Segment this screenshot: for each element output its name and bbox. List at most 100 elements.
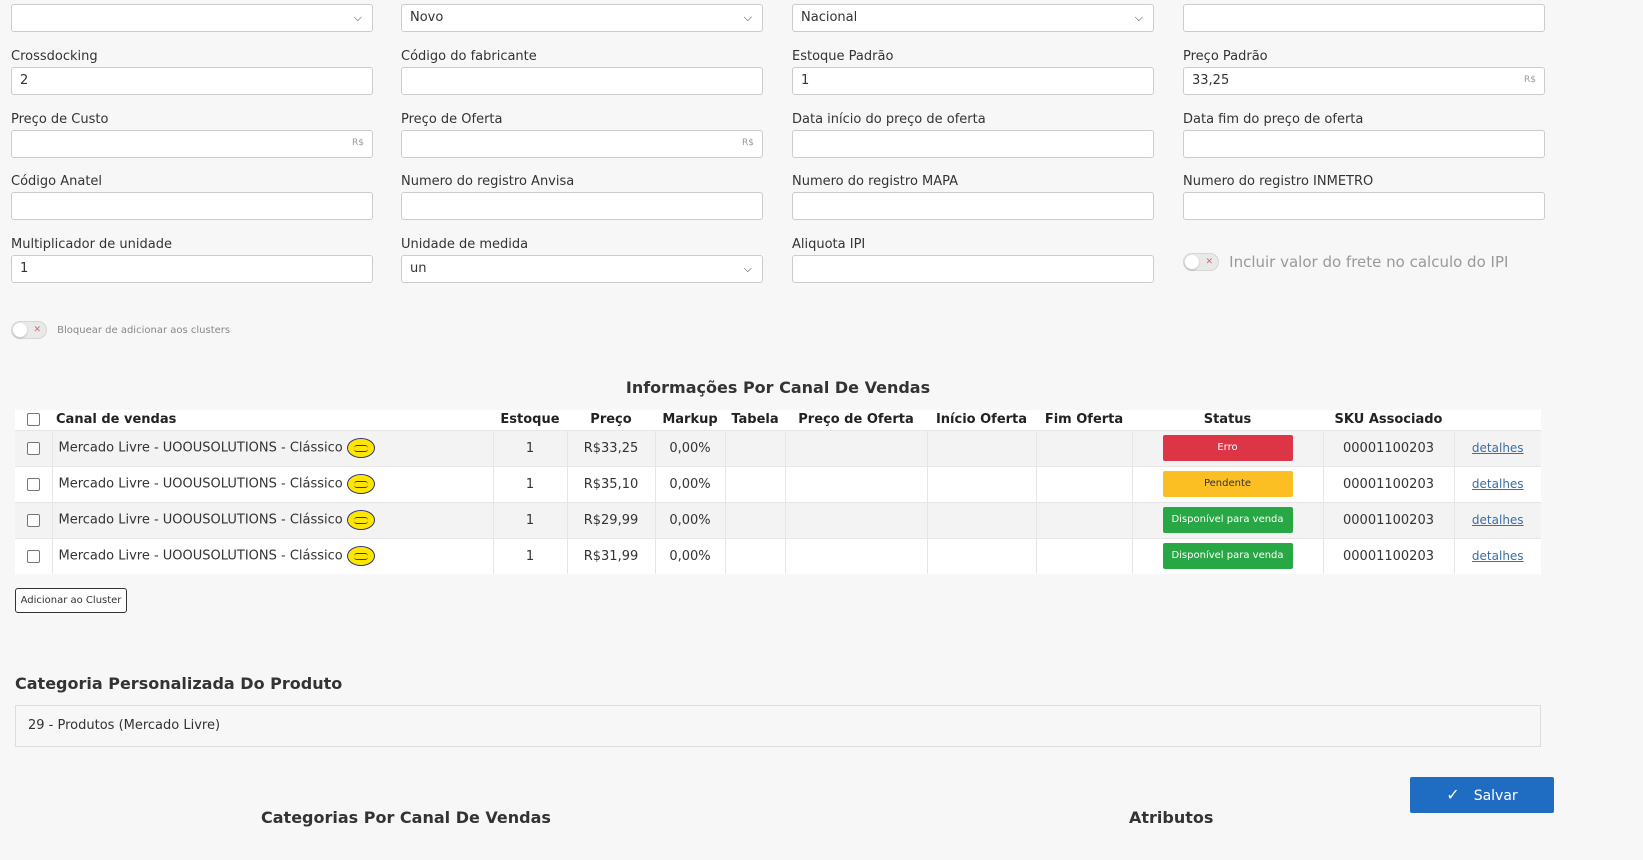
mercado-livre-icon — [346, 546, 375, 567]
preco-padrao-label: Preço Padrão — [1183, 49, 1268, 64]
mercado-livre-icon — [346, 510, 375, 530]
field-crossdocking: Crossdocking 2 — [11, 47, 373, 95]
estoque-padrao-input[interactable]: 1 — [792, 67, 1154, 95]
currency-suffix: R$ — [1524, 75, 1536, 85]
select-all-checkbox[interactable] — [27, 413, 40, 427]
anatel-input[interactable] — [11, 192, 373, 220]
field-condition: Novo ⌵ — [401, 4, 763, 32]
preco-oferta-cell — [784, 429, 927, 466]
atributos-title: Atributos — [1129, 808, 1214, 827]
detalhes-link[interactable]: detalhes — [1472, 549, 1524, 563]
check-icon: ✓ — [1446, 785, 1460, 804]
frete-ipi-toggle[interactable]: ✕ — [1183, 253, 1219, 271]
channels-table: Canal de vendas Estoque Preço Markup Tab… — [15, 410, 1541, 574]
save-label: Salvar — [1473, 788, 1518, 804]
data-fim-label: Data fim do preço de oferta — [1183, 112, 1364, 127]
ipi-input[interactable] — [792, 255, 1154, 283]
chevron-down-icon: ⌵ — [353, 11, 362, 24]
estoque-cell: 1 — [492, 429, 567, 466]
status-badge: Erro — [1162, 435, 1293, 461]
categoria-value: 29 - Produtos (Mercado Livre) — [28, 718, 221, 733]
data-fim-input[interactable] — [1183, 130, 1545, 158]
table-row: Mercado Livre - UOOUSOLUTIONS - Clássico… — [15, 537, 1541, 574]
anatel-label: Código Anatel — [11, 174, 103, 189]
row-checkbox-cell — [15, 537, 52, 574]
header-fim-oferta: Fim Oferta — [1044, 412, 1124, 428]
multiplicador-value: 1 — [20, 261, 29, 276]
markup-cell: 0,00% — [654, 537, 725, 574]
row-checkbox[interactable] — [27, 549, 40, 563]
currency-suffix: R$ — [352, 138, 364, 148]
header-status: Status — [1203, 412, 1252, 428]
condition-select[interactable]: Novo ⌵ — [401, 4, 763, 32]
detalhes-link[interactable]: detalhes — [1472, 441, 1524, 455]
bloquear-label: Bloquear de adicionar aos clusters — [57, 324, 231, 336]
unidade-value: un — [410, 261, 427, 276]
detalhes-cell: detalhes — [1453, 429, 1541, 466]
detalhes-link[interactable]: detalhes — [1472, 477, 1524, 491]
field-data-fim: Data fim do preço de oferta — [1183, 110, 1545, 158]
field-ipi: Aliquota IPI — [792, 235, 1154, 283]
data-inicio-input[interactable] — [792, 130, 1154, 158]
table-header-row: Canal de vendas Estoque Preço Markup Tab… — [15, 410, 1541, 430]
select-all-cell — [15, 410, 52, 430]
preco-cell: R$31,99 — [566, 537, 655, 574]
unidade-select[interactable]: un ⌵ — [401, 255, 763, 283]
input-4[interactable] — [1183, 4, 1545, 32]
codigo-fabricante-input[interactable] — [401, 67, 763, 95]
field-preco-custo: Preço de Custo R$ — [11, 110, 373, 158]
field-mapa: Numero do registro MAPA — [792, 172, 1154, 220]
chevron-down-icon: ⌵ — [1134, 11, 1143, 24]
frete-ipi-toggle-group: ✕ Incluir valor do frete no calculo do I… — [1183, 253, 1508, 271]
mercado-livre-icon — [346, 438, 375, 458]
close-icon: ✕ — [33, 325, 41, 335]
header-tabela: Tabela — [731, 412, 779, 428]
preco-padrao-value: 33,25 — [1192, 73, 1230, 88]
row-checkbox[interactable] — [27, 513, 40, 527]
sku-cell: 00001100203 — [1322, 501, 1454, 538]
anvisa-input[interactable] — [401, 192, 763, 220]
table-row: Mercado Livre - UOOUSOLUTIONS - Clássico… — [15, 465, 1541, 502]
multiplicador-input[interactable]: 1 — [11, 255, 373, 283]
field-select-1: ⌵ — [11, 4, 373, 32]
preco-oferta-label: Preço de Oferta — [401, 112, 503, 127]
status-cell: Disponível para venda — [1131, 501, 1323, 538]
header-canal: Canal de vendas — [56, 412, 177, 428]
estoque-cell: 1 — [492, 465, 567, 502]
preco-custo-input[interactable]: R$ — [11, 130, 373, 158]
canal-cell: Mercado Livre - UOOUSOLUTIONS - Clássico — [51, 429, 493, 466]
row-checkbox-cell — [15, 429, 52, 466]
field-preco-oferta: Preço de Oferta R$ — [401, 110, 763, 158]
bloquear-toggle[interactable]: ✕ — [11, 321, 47, 339]
fim-oferta-cell — [1035, 465, 1132, 502]
mapa-input[interactable] — [792, 192, 1154, 220]
row-checkbox[interactable] — [27, 441, 40, 455]
fim-oferta-cell — [1035, 501, 1132, 538]
detalhes-link[interactable]: detalhes — [1472, 513, 1524, 527]
fim-oferta-cell — [1035, 429, 1132, 466]
status-badge: Disponível para venda — [1162, 543, 1293, 570]
row-checkbox[interactable] — [27, 477, 40, 491]
tabela-cell — [724, 465, 785, 502]
header-preco: Preço — [590, 412, 632, 428]
field-preco-padrao: Preço Padrão 33,25 R$ — [1183, 47, 1545, 95]
save-button[interactable]: ✓ Salvar — [1410, 777, 1554, 813]
crossdocking-label: Crossdocking — [11, 49, 98, 64]
tabela-cell — [724, 429, 785, 466]
field-anatel: Código Anatel — [11, 172, 373, 220]
crossdocking-input[interactable]: 2 — [11, 67, 373, 95]
status-cell: Pendente — [1131, 465, 1323, 502]
inicio-oferta-cell — [926, 537, 1036, 574]
inmetro-input[interactable] — [1183, 192, 1545, 220]
chevron-down-icon: ⌵ — [743, 11, 752, 24]
select-1[interactable]: ⌵ — [11, 4, 373, 32]
field-inmetro: Numero do registro INMETRO — [1183, 172, 1545, 220]
status-cell: Disponível para venda — [1131, 537, 1323, 574]
unidade-label: Unidade de medida — [401, 237, 529, 252]
codigo-fabricante-label: Código do fabricante — [401, 49, 537, 64]
sku-cell: 00001100203 — [1322, 429, 1454, 466]
add-cluster-button[interactable]: Adicionar ao Cluster — [15, 588, 127, 613]
preco-oferta-input[interactable]: R$ — [401, 130, 763, 158]
preco-padrao-input[interactable]: 33,25 R$ — [1183, 67, 1545, 95]
origin-select[interactable]: Nacional ⌵ — [792, 4, 1154, 32]
